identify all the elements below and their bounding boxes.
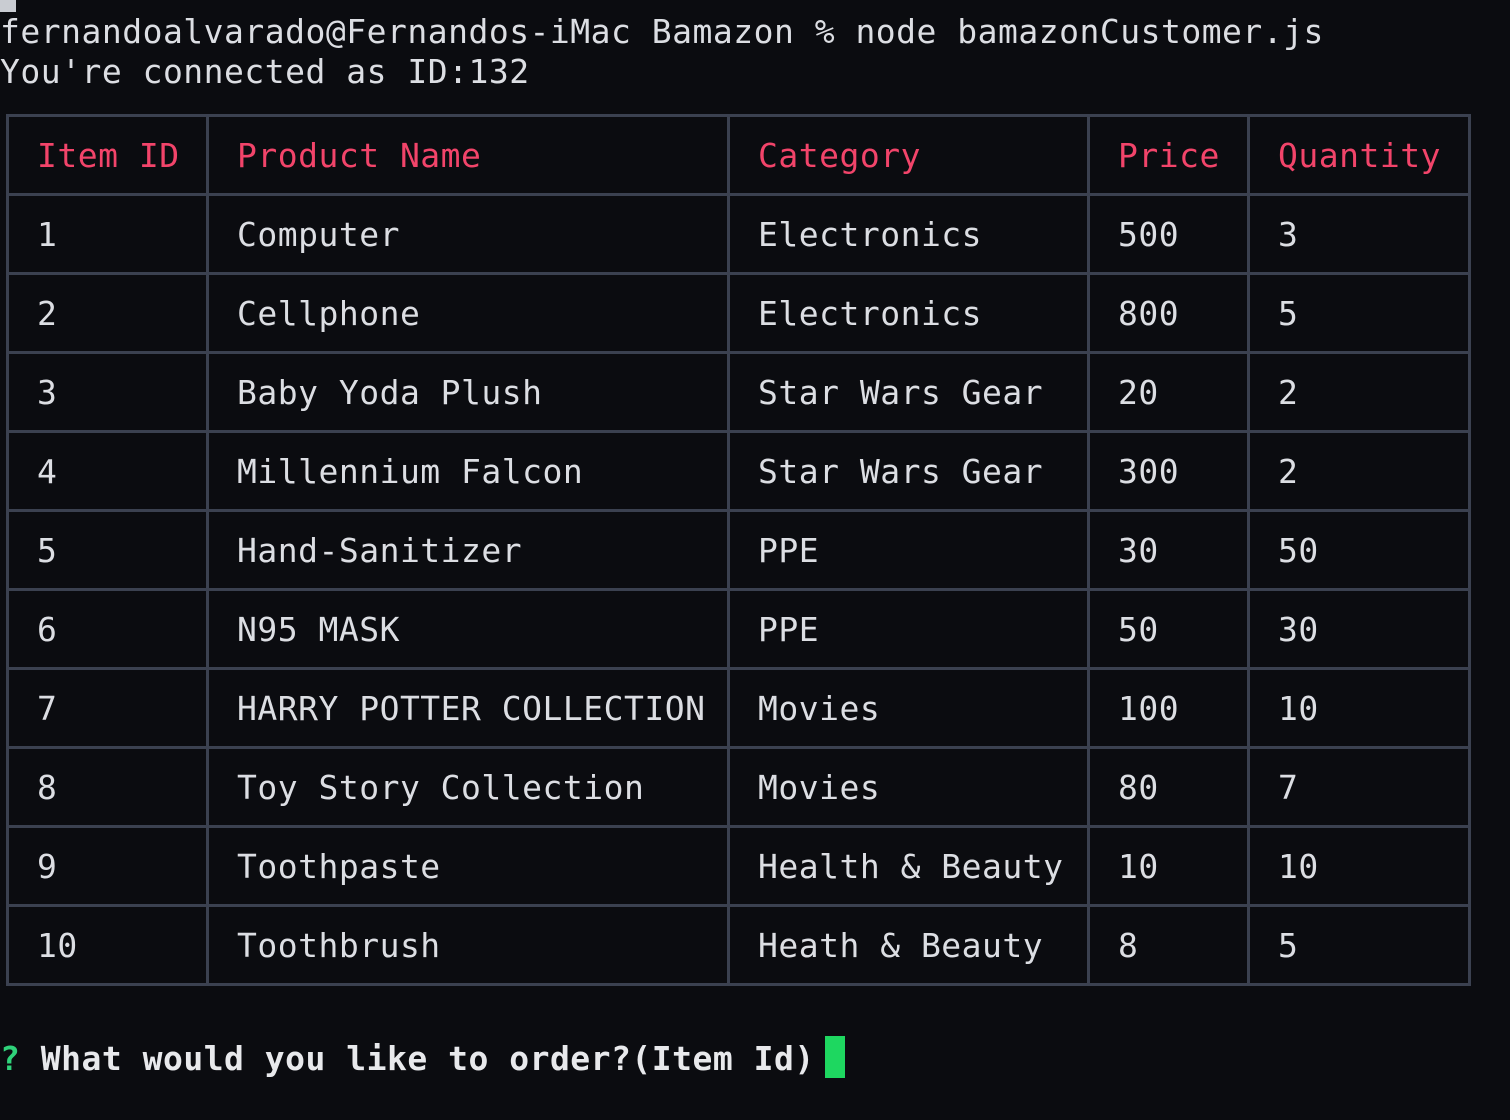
cell-quantity: 5 [1247, 272, 1471, 354]
cell-category: Health & Beauty [727, 825, 1090, 907]
cell-product-name: N95 MASK [206, 588, 730, 670]
cell-item-id: 8 [6, 746, 209, 828]
cell-quantity: 2 [1247, 430, 1471, 512]
column-header-category: Category [727, 114, 1090, 196]
table-row: 6 N95 MASK PPE 50 30 [6, 588, 1471, 670]
cell-item-id: 3 [6, 351, 209, 433]
prompt-question-text: What would you like to order?(Item Id) [40, 1039, 815, 1078]
cell-item-id: 4 [6, 430, 209, 512]
cell-price: 50 [1087, 588, 1250, 670]
cell-item-id: 6 [6, 588, 209, 670]
cell-price: 20 [1087, 351, 1250, 433]
cell-price: 8 [1087, 904, 1250, 986]
terminal-window[interactable]: fernandoalvarado@Fernandos-iMac Bamazon … [0, 0, 1510, 1120]
cell-category: PPE [727, 509, 1090, 591]
cell-quantity: 30 [1247, 588, 1471, 670]
cell-product-name: HARRY POTTER COLLECTION [206, 667, 730, 749]
column-header-quantity: Quantity [1247, 114, 1471, 196]
text-cursor[interactable] [824, 1036, 845, 1078]
cell-quantity: 3 [1247, 193, 1471, 275]
cell-product-name: Baby Yoda Plush [206, 351, 730, 433]
column-header-item-id: Item ID [6, 114, 209, 196]
table-row: 8 Toy Story Collection Movies 80 7 [6, 746, 1471, 828]
table-header-row: Item ID Product Name Category Price Quan… [6, 114, 1471, 196]
cell-category: Star Wars Gear [727, 430, 1090, 512]
cell-item-id: 7 [6, 667, 209, 749]
cell-product-name: Hand-Sanitizer [206, 509, 730, 591]
cell-category: Electronics [727, 193, 1090, 275]
table-row: 7 HARRY POTTER COLLECTION Movies 100 10 [6, 667, 1471, 749]
table-row: 5 Hand-Sanitizer PPE 30 50 [6, 509, 1471, 591]
cell-quantity: 5 [1247, 904, 1471, 986]
cell-quantity: 50 [1247, 509, 1471, 591]
cell-product-name: Cellphone [206, 272, 730, 354]
cell-product-name: Toothbrush [206, 904, 730, 986]
table-row: 10 Toothbrush Heath & Beauty 8 5 [6, 904, 1471, 986]
cell-item-id: 1 [6, 193, 209, 275]
cell-price: 80 [1087, 746, 1250, 828]
column-header-product-name: Product Name [206, 114, 730, 196]
cell-category: Star Wars Gear [727, 351, 1090, 433]
table-row: 1 Computer Electronics 500 3 [6, 193, 1471, 275]
cell-item-id: 2 [6, 272, 209, 354]
cell-item-id: 5 [6, 509, 209, 591]
cell-category: PPE [727, 588, 1090, 670]
cell-category: Electronics [727, 272, 1090, 354]
cell-price: 10 [1087, 825, 1250, 907]
cell-quantity: 2 [1247, 351, 1471, 433]
cell-item-id: 9 [6, 825, 209, 907]
cell-price: 500 [1087, 193, 1250, 275]
cell-price: 800 [1087, 272, 1250, 354]
cell-quantity: 10 [1247, 825, 1471, 907]
cell-category: Heath & Beauty [727, 904, 1090, 986]
table-row: 9 Toothpaste Health & Beauty 10 10 [6, 825, 1471, 907]
products-table: Item ID Product Name Category Price Quan… [6, 114, 1471, 986]
cell-product-name: Computer [206, 193, 730, 275]
cell-quantity: 10 [1247, 667, 1471, 749]
cell-category: Movies [727, 667, 1090, 749]
column-header-price: Price [1087, 114, 1250, 196]
connection-status-line: You're connected as ID:132 [0, 52, 530, 91]
command-line: fernandoalvarado@Fernandos-iMac Bamazon … [0, 12, 1324, 51]
cell-price: 100 [1087, 667, 1250, 749]
cell-product-name: Toothpaste [206, 825, 730, 907]
cell-product-name: Millennium Falcon [206, 430, 730, 512]
cell-product-name: Toy Story Collection [206, 746, 730, 828]
cell-price: 300 [1087, 430, 1250, 512]
order-prompt: ? What would you like to order?(Item Id) [0, 1036, 845, 1081]
cell-category: Movies [727, 746, 1090, 828]
cell-price: 30 [1087, 509, 1250, 591]
prompt-question-mark: ? [0, 1039, 21, 1078]
table-row: 3 Baby Yoda Plush Star Wars Gear 20 2 [6, 351, 1471, 433]
cell-quantity: 7 [1247, 746, 1471, 828]
scrollback-cursor-remnant [0, 0, 16, 12]
cell-item-id: 10 [6, 904, 209, 986]
table-row: 4 Millennium Falcon Star Wars Gear 300 2 [6, 430, 1471, 512]
table-row: 2 Cellphone Electronics 800 5 [6, 272, 1471, 354]
